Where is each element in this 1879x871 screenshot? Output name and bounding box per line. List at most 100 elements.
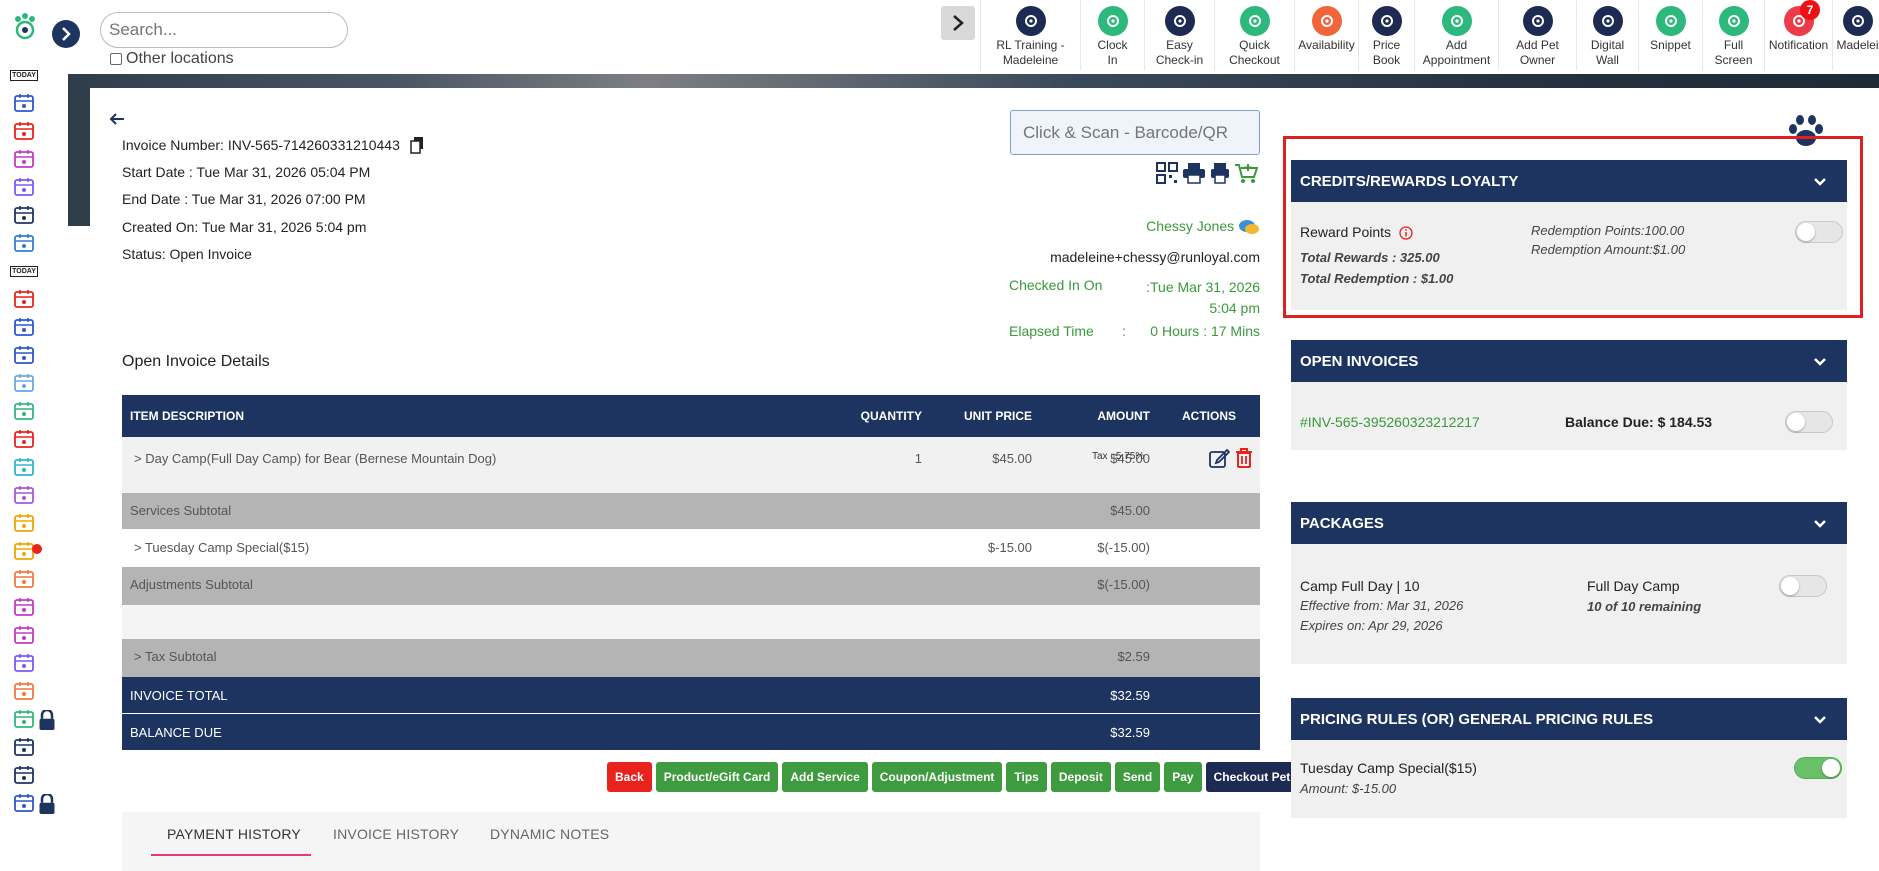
- topnav-item-paw[interactable]: Easy Check-in: [1144, 0, 1214, 70]
- product-egift-card-button[interactable]: Product/eGift Card: [655, 762, 779, 792]
- calendar-grid-icon[interactable]: [12, 120, 36, 142]
- pricing-rules-header[interactable]: PRICING RULES (OR) GENERAL PRICING RULES: [1291, 698, 1847, 740]
- customer-name[interactable]: Chessy Jones: [1146, 218, 1234, 234]
- pay-button[interactable]: Pay: [1164, 762, 1202, 792]
- pricing-rule-toggle[interactable]: [1794, 757, 1842, 779]
- user-icon[interactable]: [12, 568, 36, 590]
- adjustments-subtotal-label: Adjustments Subtotal: [130, 577, 253, 592]
- qr-code-icon[interactable]: [1156, 162, 1178, 189]
- delete-icon[interactable]: [1234, 447, 1254, 472]
- table-header-row: ITEM DESCRIPTION QUANTITY UNIT PRICE AMO…: [122, 395, 1260, 437]
- topnav-item-cart[interactable]: Quick Checkout: [1214, 0, 1294, 70]
- topnav-item-add-user[interactable]: Add Pet Owner: [1498, 0, 1576, 70]
- deposit-button[interactable]: Deposit: [1050, 762, 1111, 792]
- search-input[interactable]: [100, 12, 348, 48]
- chevron-down-icon[interactable]: [1813, 516, 1827, 533]
- clock-icon: [1097, 6, 1128, 36]
- topnav-item-bell[interactable]: Notification 7: [1764, 0, 1832, 70]
- image-icon[interactable]: [12, 624, 36, 646]
- open-invoices-title: OPEN INVOICES: [1300, 352, 1419, 370]
- layout-icon[interactable]: [12, 372, 36, 394]
- topnav-item-clock[interactable]: Clock In: [1080, 0, 1144, 70]
- item-description[interactable]: > Day Camp(Full Day Camp) for Bear (Bern…: [134, 451, 496, 466]
- tab-payment-history[interactable]: PAYMENT HISTORY: [167, 826, 301, 842]
- topnav-item-calendar[interactable]: Availability: [1294, 0, 1358, 70]
- copy-icon[interactable]: [410, 136, 424, 157]
- toggle-knob: [1781, 577, 1799, 595]
- dog-icon[interactable]: [12, 484, 36, 506]
- packages-header[interactable]: PACKAGES: [1291, 502, 1847, 544]
- other-locations-checkbox[interactable]: Other locations: [110, 50, 234, 68]
- checklist-icon[interactable]: [12, 204, 36, 226]
- expand-toolbar-button[interactable]: [941, 6, 975, 40]
- coupon-adjustment-button[interactable]: Coupon/Adjustment: [871, 762, 1003, 792]
- add-service-button[interactable]: Add Service: [782, 762, 868, 792]
- edit-icon[interactable]: [1208, 447, 1231, 472]
- calendar-icon[interactable]: [12, 316, 36, 338]
- checkbox-box[interactable]: [110, 53, 122, 65]
- sidebar-toggle-button[interactable]: [52, 20, 80, 48]
- chat-icon[interactable]: [12, 596, 36, 618]
- back-arrow-icon[interactable]: [108, 112, 126, 131]
- services-subtotal-row: Services Subtotal $45.00: [122, 493, 1260, 529]
- calendar-alt-icon[interactable]: [12, 344, 36, 366]
- topnav-item-expand[interactable]: Full Screen: [1702, 0, 1764, 70]
- adjustment-row[interactable]: > Tuesday Camp Special($15) $-15.00 $(-1…: [122, 529, 1260, 567]
- tools-icon[interactable]: [12, 792, 55, 814]
- report-icon[interactable]: [12, 428, 36, 450]
- tips-button[interactable]: Tips: [1006, 762, 1047, 792]
- thumbs-up-icon[interactable]: [12, 652, 36, 674]
- invoice-status: Status: Open Invoice: [122, 246, 252, 262]
- sidebar-item-label: TODAY: [10, 69, 38, 81]
- tax-subtotal-row[interactable]: > Tax Subtotal $2.59: [122, 639, 1260, 677]
- topnav-label: Quick Checkout: [1229, 38, 1280, 67]
- active-tab-indicator: [151, 854, 311, 856]
- clipboard-icon[interactable]: [12, 400, 36, 422]
- back-button[interactable]: Back: [607, 762, 652, 792]
- dog-walker-icon[interactable]: [12, 148, 36, 170]
- open-invoice-toggle[interactable]: [1785, 411, 1833, 433]
- chevron-down-icon[interactable]: [1813, 712, 1827, 729]
- send-button[interactable]: Send: [1114, 762, 1161, 792]
- topnav-item-calendar-add[interactable]: Add Appointment: [1414, 0, 1498, 70]
- tax-subtotal-label[interactable]: > Tax Subtotal: [134, 649, 217, 664]
- location-pin-icon[interactable]: [12, 232, 36, 254]
- tab-dynamic-notes[interactable]: DYNAMIC NOTES: [490, 826, 609, 842]
- brand-logo-icon[interactable]: [10, 12, 40, 42]
- elapsed-time-label: Elapsed Time: [1009, 323, 1094, 339]
- topnav-item-location-pin[interactable]: RL Training - Madeleine: [980, 0, 1080, 70]
- open-invoices-panel: OPEN INVOICES #INV-565-395260323212217 B…: [1291, 340, 1847, 450]
- today-edit-icon[interactable]: TODAY: [10, 260, 38, 282]
- staff-icon[interactable]: [12, 764, 36, 786]
- target-icon[interactable]: [12, 540, 42, 562]
- kennel-icon[interactable]: [12, 176, 36, 198]
- checkout-pet-button[interactable]: Checkout Pet: [1205, 762, 1299, 792]
- rocket-icon[interactable]: [12, 680, 36, 702]
- elapsed-colon: :: [1122, 323, 1126, 339]
- tab-invoice-history[interactable]: INVOICE HISTORY: [333, 826, 459, 842]
- chevron-down-icon[interactable]: [1813, 354, 1827, 371]
- cart-icon[interactable]: [12, 456, 36, 478]
- topnav-item-book[interactable]: Price Book: [1358, 0, 1414, 70]
- package-toggle[interactable]: [1779, 575, 1827, 597]
- topnav-item-user[interactable]: Madelei: [1832, 0, 1879, 70]
- topnav-item-hash[interactable]: Snippet: [1638, 0, 1702, 70]
- open-invoice-link[interactable]: #INV-565-395260323212217: [1300, 414, 1480, 430]
- calendar-edit-icon[interactable]: [12, 288, 36, 310]
- topnav-item-monitor[interactable]: Digital Wall: [1576, 0, 1638, 70]
- dashboard-icon[interactable]: [12, 92, 36, 114]
- analytics-icon[interactable]: [12, 708, 55, 730]
- notification-badge: 7: [1800, 0, 1820, 20]
- barcode-scan-input[interactable]: [1010, 110, 1260, 155]
- adjustment-description[interactable]: > Tuesday Camp Special($15): [134, 540, 309, 555]
- paw-icon[interactable]: [12, 512, 36, 534]
- receipt-print-icon[interactable]: [1210, 162, 1230, 189]
- chat-bubble-icon[interactable]: [1238, 218, 1260, 235]
- open-invoices-header[interactable]: OPEN INVOICES: [1291, 340, 1847, 382]
- today-calendar-icon[interactable]: TODAY: [10, 64, 38, 86]
- time-settings-icon[interactable]: [12, 736, 36, 758]
- customer-name-line: Chessy Jones: [1146, 218, 1260, 236]
- table-row[interactable]: > Day Camp(Full Day Camp) for Bear (Bern…: [122, 437, 1260, 493]
- print-icon[interactable]: [1182, 162, 1206, 189]
- add-to-cart-icon[interactable]: [1234, 162, 1259, 189]
